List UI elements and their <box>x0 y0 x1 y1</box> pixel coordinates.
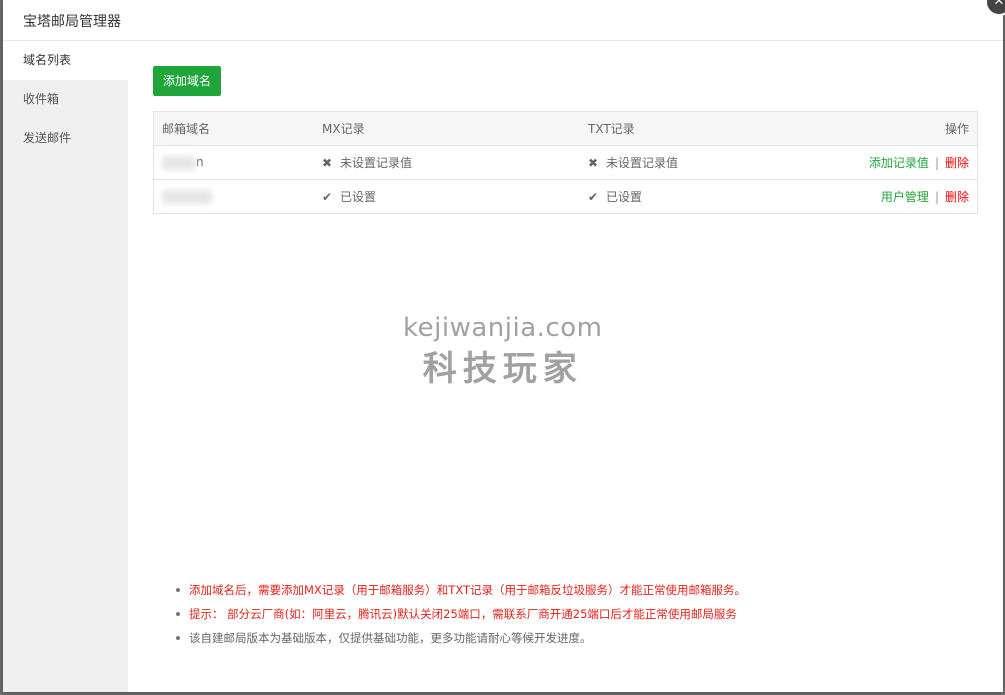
cross-icon: ✖ <box>322 156 333 170</box>
txt-status-cell: ✔ 已设置 <box>580 179 846 214</box>
tips-list: 添加域名后，需要添加MX记录（用于邮箱服务）和TXT记录（用于邮箱反垃圾服务）才… <box>173 578 746 650</box>
dialog-title: 宝塔邮局管理器 <box>23 14 121 30</box>
mx-status-cell: ✔ 已设置 <box>314 179 580 214</box>
redacted-domain-blur <box>162 155 196 170</box>
actions-cell: 用户管理 | 删除 <box>846 179 978 214</box>
mx-status-cell: ✖ 未设置记录值 <box>314 145 580 180</box>
action-separator: | <box>934 156 939 170</box>
sidebar: 域名列表 收件箱 发送邮件 <box>3 41 128 692</box>
domain-suffix: n <box>196 155 204 170</box>
sidebar-item-inbox[interactable]: 收件箱 <box>3 80 128 119</box>
tip-basic-version: 该自建邮局版本为基础版本，仅提供基础功能，更多功能请耐心等候开发进度。 <box>173 626 746 650</box>
sidebar-item-domain-list[interactable]: 域名列表 <box>3 41 128 80</box>
column-header-actions: 操作 <box>846 111 978 146</box>
user-management-link[interactable]: 用户管理 <box>881 190 929 204</box>
tip-dns-records: 添加域名后，需要添加MX记录（用于邮箱服务）和TXT记录（用于邮箱反垃圾服务）才… <box>173 578 746 602</box>
mail-manager-dialog: 宝塔邮局管理器 域名列表 收件箱 发送邮件 添加域名 邮箱域名 MX记录 TXT… <box>3 0 1003 692</box>
txt-status-text: 未设置记录值 <box>606 156 679 170</box>
actions-cell: 添加记录值 | 删除 <box>846 145 978 180</box>
column-header-mx: MX记录 <box>314 111 580 146</box>
column-header-txt: TXT记录 <box>580 111 846 146</box>
domain-cell: n <box>153 145 314 180</box>
domain-table: 邮箱域名 MX记录 TXT记录 操作 n ✖ 未设置记录值 ✖ 未设置记录值 添… <box>153 111 978 214</box>
txt-status-text: 已设置 <box>606 190 643 204</box>
check-icon: ✔ <box>588 190 599 204</box>
tip-port-25: 提示： 部分云厂商(如：阿里云，腾讯云)默认关闭25端口，需联系厂商开通25端口… <box>173 602 746 626</box>
domain-list-panel: 添加域名 邮箱域名 MX记录 TXT记录 操作 n ✖ 未设置记录值 ✖ 未设置… <box>153 66 978 214</box>
redacted-domain-blur <box>162 189 212 204</box>
table-header-row: 邮箱域名 MX记录 TXT记录 操作 <box>153 111 978 146</box>
delete-link[interactable]: 删除 <box>945 156 969 170</box>
dialog-header: 宝塔邮局管理器 <box>3 0 1003 41</box>
mx-status-text: 已设置 <box>340 190 377 204</box>
watermark-url: kejiwanjia.com <box>403 313 603 343</box>
add-record-link[interactable]: 添加记录值 <box>869 156 929 170</box>
table-row: n ✖ 未设置记录值 ✖ 未设置记录值 添加记录值 | 删除 <box>153 145 978 180</box>
txt-status-cell: ✖ 未设置记录值 <box>580 145 846 180</box>
watermark: kejiwanjia.com 科技玩家 <box>403 313 602 390</box>
mx-status-text: 未设置记录值 <box>340 156 413 170</box>
delete-link[interactable]: 删除 <box>945 190 969 204</box>
table-row: ✔ 已设置 ✔ 已设置 用户管理 | 删除 <box>153 179 978 214</box>
domain-cell <box>153 179 314 214</box>
column-header-domain: 邮箱域名 <box>153 111 314 146</box>
action-separator: | <box>934 190 939 204</box>
check-icon: ✔ <box>322 190 333 204</box>
add-domain-button[interactable]: 添加域名 <box>153 66 222 96</box>
watermark-text: 科技玩家 <box>422 349 583 389</box>
sidebar-item-send-mail[interactable]: 发送邮件 <box>3 119 128 158</box>
cross-icon: ✖ <box>588 156 599 170</box>
